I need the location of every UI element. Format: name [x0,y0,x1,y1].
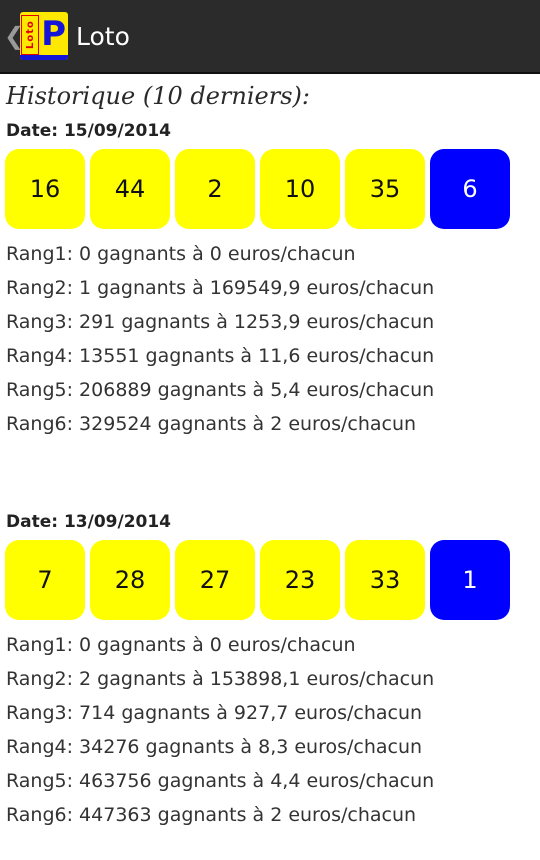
number-ball: 23 [260,540,340,620]
draw-date: Date: 13/09/2014 [6,512,172,532]
number-ball: 33 [345,540,425,620]
action-bar: ❮ Loto P Loto [0,0,540,74]
rank-row: Rang2: 2 gagnants à 153898,1 euros/chacu… [6,668,435,690]
rank-list: Rang1: 0 gagnants à 0 euros/chacun Rang2… [6,237,434,441]
logo-word: Loto [21,15,39,55]
rank-list: Rang1: 0 gagnants à 0 euros/chacun Rang2… [6,628,434,832]
rank-row: Rang5: 206889 gagnants à 5,4 euros/chacu… [6,379,435,401]
rank-row: Rang1: 0 gagnants à 0 euros/chacun [6,243,356,265]
draw-balls: 7 28 27 23 33 1 [5,540,515,620]
number-ball: 28 [90,540,170,620]
draw-balls: 16 44 2 10 35 6 [5,149,515,229]
rank-row: Rang1: 0 gagnants à 0 euros/chacun [6,634,356,656]
number-ball: 35 [345,149,425,229]
bonus-ball: 6 [430,149,510,229]
rank-row: Rang6: 447363 gagnants à 2 euros/chacun [6,804,417,826]
bonus-ball: 1 [430,540,510,620]
number-ball: 7 [5,540,85,620]
back-chevron-icon[interactable]: ❮ [4,24,24,48]
rank-row: Rang4: 13551 gagnants à 11,6 euros/chacu… [6,345,435,367]
rank-row: Rang3: 291 gagnants à 1253,9 euros/chacu… [6,311,435,333]
number-ball: 2 [175,149,255,229]
number-ball: 16 [5,149,85,229]
rank-row: Rang4: 34276 gagnants à 8,3 euros/chacun [6,736,423,758]
logo-bar [20,55,68,60]
draw-date: Date: 15/09/2014 [6,121,172,141]
app-logo-icon[interactable]: Loto P [20,12,68,60]
rank-row: Rang6: 329524 gagnants à 2 euros/chacun [6,413,417,435]
number-ball: 27 [175,540,255,620]
app-title: Loto [76,21,130,51]
rank-row: Rang2: 1 gagnants à 169549,9 euros/chacu… [6,277,435,299]
number-ball: 10 [260,149,340,229]
number-ball: 44 [90,149,170,229]
history-heading: Historique (10 derniers): [6,82,310,110]
logo-letter: P [41,14,66,54]
rank-row: Rang5: 463756 gagnants à 4,4 euros/chacu… [6,770,435,792]
rank-row: Rang3: 714 gagnants à 927,7 euros/chacun [6,702,423,724]
